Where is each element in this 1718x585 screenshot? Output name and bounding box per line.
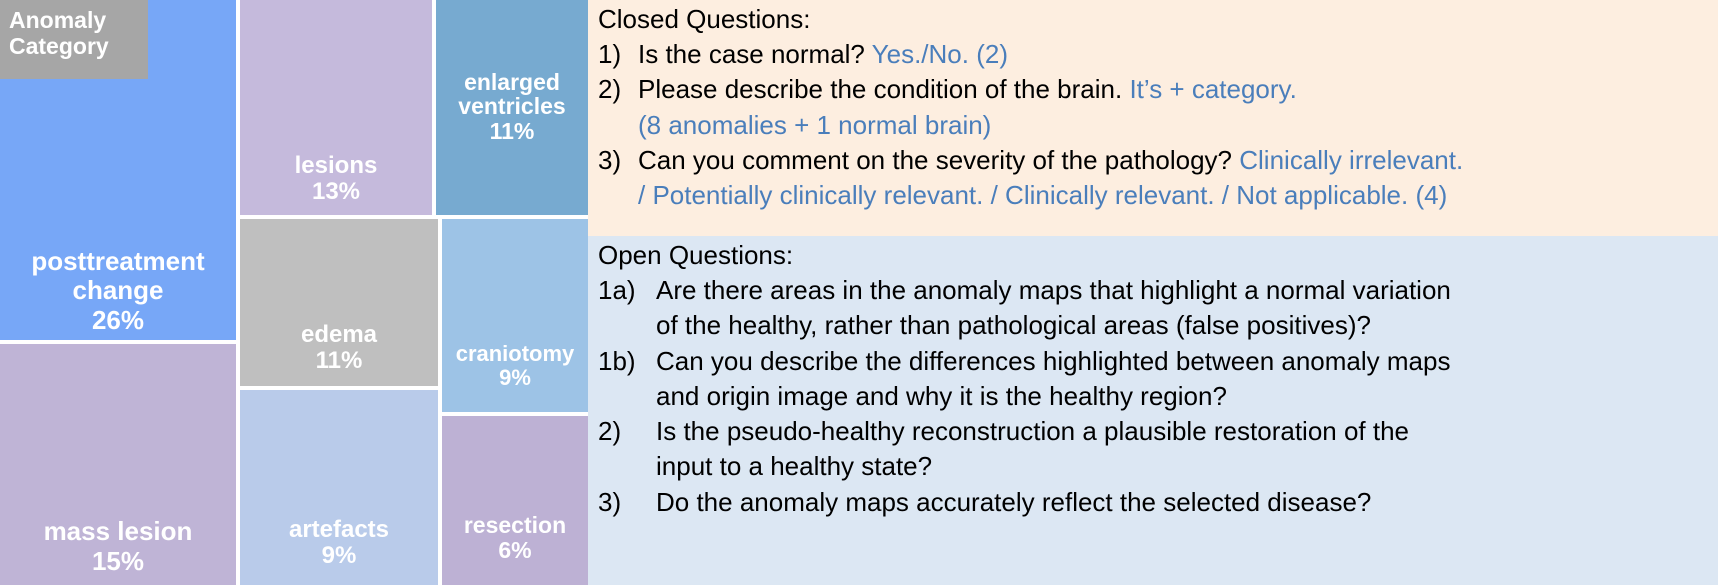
question-prompt: Can you comment on the severity of the p…	[638, 144, 1240, 175]
open-question-3: 3) Do the anomaly maps accurately reflec…	[598, 485, 1710, 520]
treemap-tile-mass-lesion[interactable]: mass lesion 15%	[0, 344, 236, 585]
question-prompt: Please describe the condition of the bra…	[638, 74, 1130, 105]
closed-questions-panel: Closed Questions: 1) Is the case normal?…	[588, 0, 1718, 236]
tile-label: craniotomy	[455, 341, 575, 367]
open-question-1a-continuation: of the healthy, rather than pathological…	[656, 310, 1371, 341]
question-text: Are there areas in the anomaly maps that…	[656, 275, 1451, 306]
closed-question-3-continuation: / Potentially clinically relevant. / Cli…	[638, 180, 1448, 211]
tile-label: posttreatment	[31, 245, 205, 276]
closed-question-2: 2) Please describe the condition of the …	[598, 72, 1710, 107]
open-question-2: 2) Is the pseudo-healthy reconstruction …	[598, 414, 1710, 449]
question-number: 3)	[598, 144, 622, 175]
treemap-tile-lesions[interactable]: lesions 13%	[240, 0, 432, 215]
tile-percent: 13%	[311, 178, 361, 206]
question-number: 1a)	[598, 275, 636, 306]
tile-percent: 11%	[489, 117, 535, 144]
tile-percent: 9%	[499, 365, 531, 391]
treemap-tile-edema[interactable]: edema 11%	[240, 219, 438, 386]
question-text: Can you comment on the severity of the p…	[638, 143, 1710, 178]
tile-label: resection	[463, 512, 567, 539]
closed-question-3: 3) Can you comment on the severity of th…	[598, 143, 1710, 178]
tile-label-line2: change	[72, 274, 164, 305]
legend-badge-line1: Anomaly	[9, 7, 107, 33]
anomaly-category-treemap: posttreatment change 26% mass lesion 15%…	[0, 0, 588, 585]
question-number: 2)	[598, 416, 622, 447]
closed-questions-title: Closed Questions:	[598, 4, 811, 34]
closed-question-2-continuation: (8 anomalies + 1 normal brain)	[638, 109, 992, 140]
tile-percent: 6%	[498, 537, 532, 564]
questions-panels: Closed Questions: 1) Is the case normal?…	[588, 0, 1718, 585]
open-question-1a: 1a) Are there areas in the anomaly maps …	[598, 273, 1710, 308]
question-text: Is the case normal? Yes./No. (2)	[638, 37, 1710, 72]
tile-percent: 11%	[315, 347, 363, 375]
question-text: Is the pseudo-healthy reconstruction a p…	[656, 416, 1410, 447]
tile-percent: 26%	[91, 304, 145, 335]
open-questions-title: Open Questions:	[598, 240, 794, 270]
question-number: 1b)	[598, 345, 636, 376]
question-number: 1)	[598, 39, 622, 70]
tile-percent: 9%	[321, 542, 357, 570]
tile-label-line2: ventricles	[458, 93, 566, 120]
tile-label: mass lesion	[43, 515, 193, 546]
tile-label: edema	[300, 321, 378, 349]
tile-label: artefacts	[288, 516, 390, 544]
tile-label: lesions	[294, 152, 378, 180]
question-number: 3)	[598, 486, 622, 517]
question-answer: Clinically irrelevant.	[1239, 144, 1464, 175]
open-questions-panel: Open Questions: 1a) Are there areas in t…	[588, 236, 1718, 585]
open-question-1b-continuation: and origin image and why it is the healt…	[656, 380, 1227, 411]
question-answer: Yes./No. (2)	[871, 39, 1008, 70]
treemap-tile-resection[interactable]: resection 6%	[442, 416, 588, 585]
question-text: Can you describe the differences highlig…	[656, 345, 1451, 376]
legend-badge-line2: Category	[9, 33, 109, 60]
open-question-2-continuation: input to a healthy state?	[656, 451, 933, 482]
treemap-tile-craniotomy[interactable]: craniotomy 9%	[442, 219, 588, 412]
question-answer: It’s + category.	[1129, 74, 1297, 105]
figure-root: posttreatment change 26% mass lesion 15%…	[0, 0, 1718, 585]
question-text: Do the anomaly maps accurately reflect t…	[656, 486, 1372, 517]
question-number: 2)	[598, 74, 622, 105]
treemap-legend-badge: Anomaly Category	[0, 0, 148, 79]
treemap-tile-artefacts[interactable]: artefacts 9%	[240, 390, 438, 585]
treemap-tile-enlarged-ventricles[interactable]: enlarged ventricles 11%	[436, 0, 588, 215]
tile-percent: 15%	[91, 545, 145, 576]
question-prompt: Is the case normal?	[638, 39, 872, 70]
closed-question-1: 1) Is the case normal? Yes./No. (2)	[598, 37, 1710, 72]
open-question-1b: 1b) Can you describe the differences hig…	[598, 344, 1710, 379]
tile-label: enlarged	[464, 69, 560, 96]
question-text: Please describe the condition of the bra…	[638, 72, 1710, 107]
